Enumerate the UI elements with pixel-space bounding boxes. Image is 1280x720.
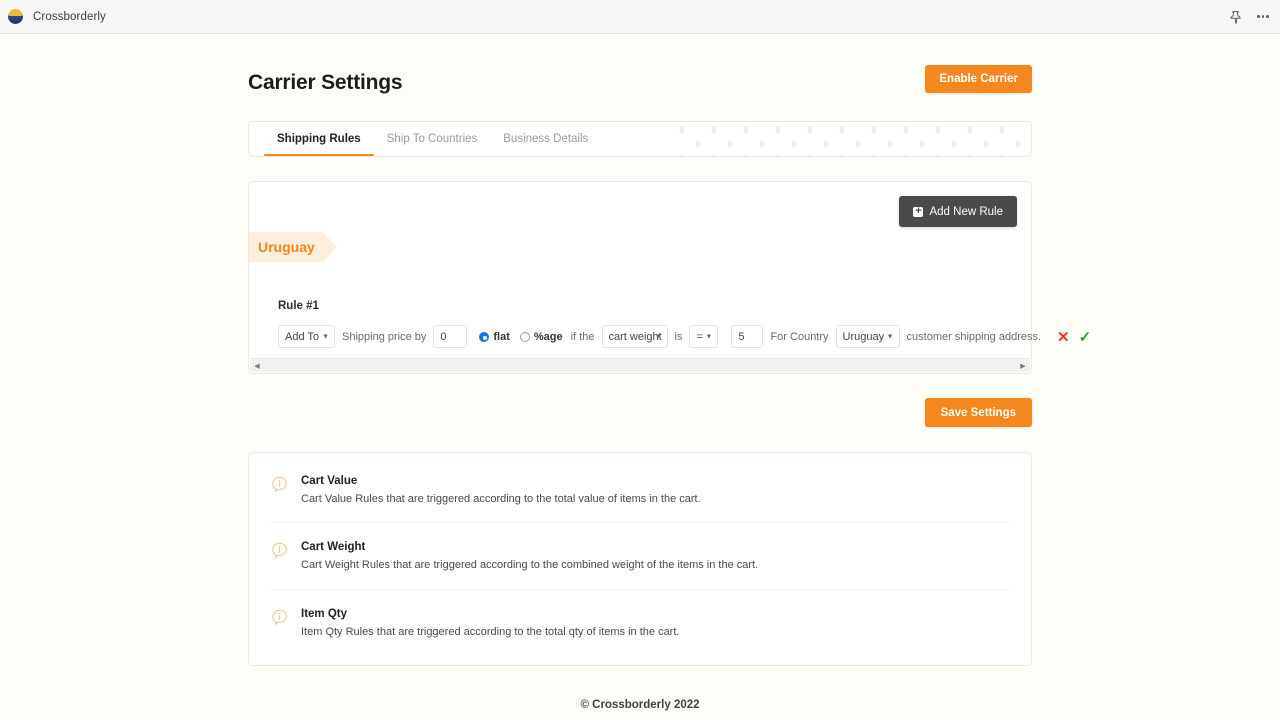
- tab-ship-to-countries-label: Ship To Countries: [387, 133, 478, 145]
- info-item-title: Item Qty: [301, 608, 679, 620]
- globe-icon: [8, 9, 23, 24]
- info-item-cart-value: Cart Value Cart Value Rules that are tri…: [271, 457, 1009, 523]
- footer-copyright: © Crossborderly 2022: [248, 699, 1032, 711]
- flat-radio[interactable]: [479, 332, 489, 342]
- flat-radio-group: flat: [477, 331, 518, 343]
- is-label: is: [668, 331, 690, 343]
- info-panel: Cart Value Cart Value Rules that are tri…: [248, 452, 1032, 666]
- scrollbar-track[interactable]: [264, 359, 1016, 373]
- scroll-left-arrow[interactable]: ◀: [250, 362, 264, 370]
- info-icon: [271, 609, 288, 628]
- tab-shipping-rules[interactable]: Shipping Rules: [264, 122, 374, 156]
- action-select-wrap: Add To ▼: [278, 325, 335, 348]
- info-item-item-qty: Item Qty Item Qty Rules that are trigger…: [271, 590, 1009, 655]
- browser-top-bar-right: [1229, 10, 1270, 24]
- trailing-text-label: customer shipping address.: [900, 331, 1049, 343]
- for-country-label: For Country: [763, 331, 835, 343]
- percent-radio-group: %age: [518, 331, 571, 343]
- shipping-rules-panel: + Add New Rule Uruguay Rule #1 Add To ▼: [248, 181, 1032, 374]
- pin-icon[interactable]: [1229, 10, 1243, 24]
- tab-bar: Shipping Rules Ship To Countries Busines…: [248, 121, 1032, 157]
- tab-list: Shipping Rules Ship To Countries Busines…: [249, 122, 601, 156]
- info-item-text: Item Qty Item Qty Rules that are trigger…: [301, 608, 679, 639]
- info-item-title: Cart Weight: [301, 541, 758, 553]
- info-item-cart-weight: Cart Weight Cart Weight Rules that are t…: [271, 523, 1009, 589]
- tab-ship-to-countries[interactable]: Ship To Countries: [374, 122, 491, 156]
- app-title: Crossborderly: [33, 11, 106, 23]
- content-container: Carrier Settings Enable Carrier Shipping…: [248, 34, 1032, 711]
- page-title: Carrier Settings: [248, 63, 402, 95]
- percent-radio[interactable]: [520, 332, 530, 342]
- amount-input[interactable]: [433, 325, 467, 348]
- threshold-input[interactable]: [731, 325, 763, 348]
- plus-icon: +: [913, 207, 923, 217]
- save-settings-row: Save Settings: [248, 398, 1032, 427]
- operator-select[interactable]: =: [689, 325, 718, 348]
- country-select[interactable]: Uruguay: [836, 325, 900, 348]
- country-tag-uruguay: Uruguay: [249, 232, 337, 262]
- decorative-balloon-pattern: [676, 122, 1031, 156]
- shipping-rules-inner: + Add New Rule Uruguay Rule #1 Add To ▼: [249, 182, 1031, 357]
- info-item-desc: Cart Weight Rules that are triggered acc…: [301, 558, 758, 572]
- info-item-desc: Item Qty Rules that are triggered accord…: [301, 625, 679, 639]
- browser-top-bar: Crossborderly: [0, 0, 1280, 34]
- action-select[interactable]: Add To: [278, 325, 335, 348]
- flat-radio-label[interactable]: flat: [493, 331, 510, 343]
- tab-business-details-label: Business Details: [503, 133, 588, 145]
- condition-select[interactable]: cart weight: [602, 325, 668, 348]
- shipping-price-by-label: Shipping price by: [335, 331, 433, 343]
- rule-number-label: Rule #1: [278, 300, 1017, 312]
- country-select-wrap: Uruguay ▼: [836, 325, 900, 348]
- tab-shipping-rules-label: Shipping Rules: [277, 133, 361, 145]
- save-settings-button[interactable]: Save Settings: [925, 398, 1032, 427]
- horizontal-scrollbar[interactable]: ◀ ▶: [250, 358, 1030, 372]
- cancel-x-icon[interactable]: ✕: [1057, 328, 1070, 346]
- add-new-rule-button[interactable]: + Add New Rule: [899, 196, 1017, 227]
- info-item-text: Cart Weight Cart Weight Rules that are t…: [301, 541, 758, 572]
- add-new-rule-label: Add New Rule: [929, 206, 1003, 218]
- scroll-right-arrow[interactable]: ▶: [1016, 362, 1030, 370]
- if-the-label: if the: [571, 331, 602, 343]
- percent-radio-label[interactable]: %age: [534, 331, 563, 343]
- page-header: Carrier Settings Enable Carrier: [248, 63, 1032, 107]
- page-body: Carrier Settings Enable Carrier Shipping…: [0, 34, 1280, 720]
- country-tag-label: Uruguay: [258, 239, 315, 255]
- add-rule-row: + Add New Rule: [263, 196, 1017, 227]
- info-item-text: Cart Value Cart Value Rules that are tri…: [301, 475, 701, 506]
- confirm-check-icon[interactable]: ✓: [1079, 328, 1092, 346]
- more-options-icon[interactable]: [1256, 10, 1270, 24]
- info-icon: [271, 542, 288, 561]
- info-icon: [271, 476, 288, 495]
- operator-select-wrap: = ▼: [689, 325, 718, 348]
- browser-top-bar-left: Crossborderly: [8, 9, 1229, 24]
- info-item-desc: Cart Value Rules that are triggered acco…: [301, 492, 701, 506]
- enable-carrier-button[interactable]: Enable Carrier: [925, 65, 1032, 93]
- tab-business-details[interactable]: Business Details: [490, 122, 601, 156]
- info-item-title: Cart Value: [301, 475, 701, 487]
- condition-select-wrap: cart weight ▼: [602, 325, 668, 348]
